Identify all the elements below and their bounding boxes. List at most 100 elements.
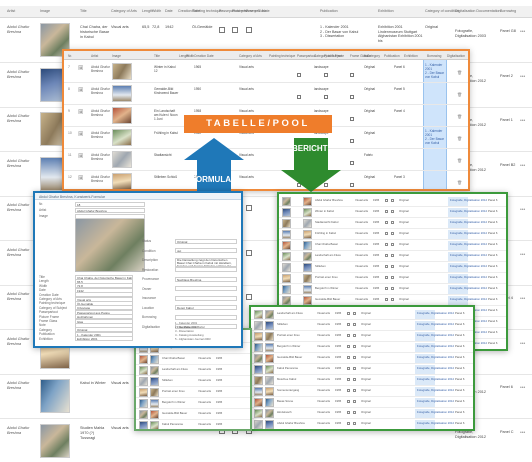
report-checkbox[interactable] [385,243,388,246]
report-checkbox[interactable] [347,378,350,381]
background-checkbox[interactable] [246,27,252,33]
report-checkbox[interactable] [347,400,350,403]
report-checkbox[interactable] [391,287,394,290]
report-checkbox[interactable] [353,367,356,370]
trash-icon[interactable]: 🗑 [457,114,462,119]
report-checkbox[interactable] [391,199,394,202]
report-checkbox[interactable] [353,411,356,414]
report-row[interactable]: Landschaft am Fluss Visual arts 1965 Origin… [279,251,506,262]
pool-checkbox[interactable] [297,73,301,77]
report-row[interactable]: Bergdorf im Winter Visual arts 1965 Origina… [251,342,473,353]
image-icon[interactable]: 🖼 [78,109,83,114]
trash-icon[interactable]: 🗑 [457,158,462,163]
report-row[interactable]: Basar-Szene Visual arts 1965 Original Fotogr… [251,397,473,408]
more-options-icon[interactable]: ••• [520,341,525,347]
pool-checkbox[interactable] [350,73,354,77]
form-field-input[interactable]: Nachlass Breshna [175,276,237,282]
report-checkbox[interactable] [353,323,356,326]
report-checkbox[interactable] [385,221,388,224]
report-checkbox[interactable] [391,243,394,246]
report-window-secondary[interactable]: Landschaft am Fluss Visual arts 1965 Origin… [249,305,475,431]
report-checkbox[interactable] [385,276,388,279]
report-row[interactable]: Chai Chaha Basar Visual arts 1965 [136,354,250,365]
form-field-input[interactable]: gut [175,248,237,253]
report-row[interactable]: Kabul Panorama Visual arts 1965 [136,420,250,429]
report-checkbox[interactable] [347,367,350,370]
report-row[interactable]: Landschaft am Fluss Visual arts 1965 Origin… [251,309,473,320]
more-options-icon[interactable]: ••• [520,74,525,80]
report-checkbox[interactable] [347,389,350,392]
report-row[interactable]: Bergdorf im Winter Visual arts 1965 Origina… [279,284,506,295]
report-checkbox[interactable] [385,210,388,213]
report-checkbox[interactable] [347,334,350,337]
report-row[interactable]: Chai Chaha Basar Visual arts 1965 Original F… [279,240,506,251]
trash-icon[interactable]: 🗑 [457,92,462,97]
pool-table-row[interactable]: 7 🖼 Abdul Ghafur Breshna Winter in Kabul 12… [64,61,468,83]
report-checkbox[interactable] [385,287,388,290]
form-field-input[interactable]: Depot Kabul [175,305,237,310]
form-window[interactable]: Abdul Ghafur Breshna, Kunstwerk-Formular… [33,191,243,348]
report-row[interactable]: Bergdorf im Winter Visual arts 1965 [136,398,250,409]
report-checkbox[interactable] [385,199,388,202]
report-checkbox[interactable] [347,323,350,326]
report-checkbox[interactable] [391,254,394,257]
report-checkbox[interactable] [385,265,388,268]
report-checkbox[interactable] [353,422,356,425]
form-field-input[interactable]: Original [175,238,237,244]
report-row[interactable]: Moschee Kabul Visual arts 1965 Original Foto… [251,375,473,386]
background-checkbox[interactable] [246,205,252,211]
image-icon[interactable]: 🖼 [78,131,83,136]
report-row[interactable]: Portrait einer Frau Visual arts 1965 Origin… [251,331,473,342]
form-list-item[interactable]: 5 - Afghanistan Journal 2003 [175,337,211,341]
pool-checkbox[interactable] [297,95,301,99]
report-checkbox[interactable] [353,356,356,359]
report-checkbox[interactable] [347,411,350,414]
pool-checkbox[interactable] [324,73,328,77]
trash-icon[interactable]: 🗑 [457,180,462,185]
report-row[interactable]: Kabul Panorama Visual arts 1965 Original Fot… [251,364,473,375]
pool-checkbox[interactable] [350,139,354,143]
report-checkbox[interactable] [391,210,394,213]
report-checkbox[interactable] [353,400,356,403]
background-checkbox[interactable] [246,294,252,300]
pool-checkbox[interactable] [350,95,354,99]
report-checkbox[interactable] [391,298,394,301]
more-options-icon[interactable]: ••• [520,296,525,302]
report-row[interactable]: Stilleben Visual arts 1965 Original Fotograf… [279,262,506,273]
report-checkbox[interactable] [347,312,350,315]
form-field-input[interactable] [175,267,237,272]
more-options-icon[interactable]: ••• [520,207,525,213]
report-checkbox[interactable] [353,312,356,315]
pool-table-row[interactable]: 8 🖼 Abdul Ghafur Breshna Gemalde-Bild Kirch… [64,83,468,105]
report-row[interactable]: Stilleben Visual arts 1965 Original Fotograf… [251,320,473,331]
report-checkbox[interactable] [347,345,350,348]
form-field-input[interactable]: 18 [75,201,145,207]
more-options-icon[interactable]: ••• [520,385,525,391]
more-options-icon[interactable]: ••• [520,118,525,124]
report-row[interactable]: Abdul Ghafur Breshna Visual arts 1965 Origi… [251,419,473,429]
pool-checkbox[interactable] [350,183,354,187]
report-row[interactable]: Gemalde-Bild Bauer Visual arts 1965 [136,409,250,420]
pool-checkbox[interactable] [350,161,354,165]
form-field-input[interactable]: Die Darstellung zeigt den historischen B… [175,257,237,267]
report-row[interactable]: Landschaft am Fluss Visual arts 1965 [136,365,250,376]
more-options-icon[interactable]: ••• [520,430,525,436]
report-checkbox[interactable] [347,356,350,359]
form-field-input[interactable] [175,314,237,320]
report-checkbox[interactable] [385,298,388,301]
background-checkbox[interactable] [246,249,252,256]
form-field-input[interactable] [75,213,145,219]
image-icon[interactable]: 🖼 [78,87,83,92]
more-options-icon[interactable]: ••• [520,29,525,35]
report-checkbox[interactable] [391,276,394,279]
pool-table-row[interactable]: 11🖼Abdul Ghafur BreshnaStadtansicht1955V… [64,149,468,171]
image-icon[interactable]: 🖼 [78,153,83,158]
report-checkbox[interactable] [347,422,350,425]
report-row[interactable]: Hindukusch Visual arts 1965 Original Fotogra… [251,408,473,419]
background-checkbox[interactable] [232,27,238,33]
report-checkbox[interactable] [391,232,394,235]
report-row[interactable]: Frühling in Kabul Visual arts 1965 Original… [279,229,506,240]
form-field-input[interactable]: Exhibition 2001 [75,336,133,342]
form-field-input[interactable] [175,286,237,291]
report-row[interactable]: Abdul Ghafur Breshna Visual arts 1965 Origi… [279,196,506,207]
